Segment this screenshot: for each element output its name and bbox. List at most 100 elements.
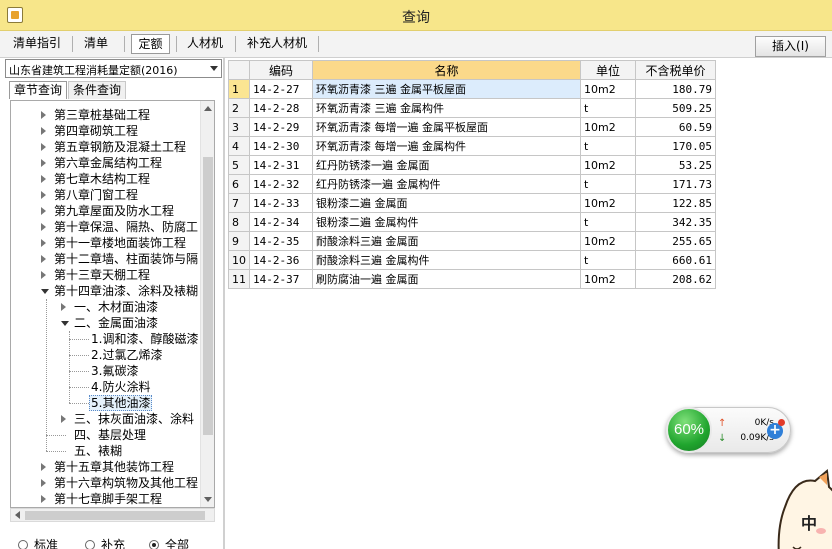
cell-code[interactable]: 14-2-37 <box>249 269 313 289</box>
cell-price[interactable]: 122.85 <box>635 193 716 213</box>
expand-icon[interactable] <box>41 239 46 247</box>
table-row[interactable]: 2 14-2-28 环氧沥青漆 三遍 金属构件 t 509.25 <box>228 98 716 118</box>
expand-icon[interactable] <box>41 479 46 487</box>
tree-node-base-treatment[interactable]: 四、基层处理 <box>74 427 146 443</box>
cell-code[interactable]: 14-2-33 <box>249 193 313 213</box>
cell-code[interactable]: 14-2-32 <box>249 174 313 194</box>
table-row[interactable]: 4 14-2-30 环氧沥青漆 每增一遍 金属构件 t 170.05 <box>228 136 716 156</box>
tree-node-wallpaper[interactable]: 五、裱糊 <box>74 443 122 459</box>
tree-node-chapter-15[interactable]: 第十五章其他装饰工程 <box>41 459 174 475</box>
cell-name[interactable]: 耐酸涂料三遍 金属面 <box>312 231 581 251</box>
tab-materials[interactable]: 人材机 <box>181 34 229 54</box>
row-number[interactable]: 5 <box>228 155 250 175</box>
cell-name[interactable]: 环氧沥青漆 三遍 金属构件 <box>312 98 581 118</box>
tree-node-chapter-13[interactable]: 第十三章天棚工程 <box>41 267 150 283</box>
expand-icon[interactable] <box>41 191 46 199</box>
tree-node-chapter-8[interactable]: 第八章门窗工程 <box>41 187 138 203</box>
tab-supplement-materials[interactable]: 补充人材机 <box>240 34 314 54</box>
cell-price[interactable]: 60.59 <box>635 117 716 137</box>
collapse-icon[interactable] <box>61 321 69 326</box>
tab-quota[interactable]: 定额 <box>131 34 170 54</box>
cell-name[interactable]: 环氧沥青漆 每增一遍 金属平板屋面 <box>312 117 581 137</box>
cell-code[interactable]: 14-2-29 <box>249 117 313 137</box>
tree-node-chapter-6[interactable]: 第六章金属结构工程 <box>41 155 162 171</box>
cell-price[interactable]: 660.61 <box>635 250 716 270</box>
cell-unit[interactable]: 10m2 <box>580 79 636 99</box>
network-speed-widget[interactable]: 60% ↑ 0K/s ↓ 0.09K/s + <box>666 407 791 453</box>
cell-price[interactable]: 208.62 <box>635 269 716 289</box>
tree-node-other-paint[interactable]: 5.其他油漆 <box>89 395 153 411</box>
cell-name[interactable]: 刷防腐油一遍 金属面 <box>312 269 581 289</box>
cell-name[interactable]: 银粉漆二遍 金属构件 <box>312 212 581 232</box>
insert-button[interactable]: 插入(I) <box>755 36 826 57</box>
cell-unit[interactable]: 10m2 <box>580 193 636 213</box>
cell-price[interactable]: 170.05 <box>635 136 716 156</box>
cell-price[interactable]: 53.25 <box>635 155 716 175</box>
cell-unit[interactable]: t <box>580 212 636 232</box>
expand-icon[interactable] <box>61 303 66 311</box>
tree-node-metal-paint[interactable]: 二、金属面油漆 <box>61 315 158 331</box>
expand-icon[interactable] <box>41 175 46 183</box>
cell-code[interactable]: 14-2-28 <box>249 98 313 118</box>
table-row[interactable]: 11 14-2-37 刷防腐油一遍 金属面 10m2 208.62 <box>228 269 716 289</box>
tab-condition-query[interactable]: 条件查询 <box>68 81 126 99</box>
tree-node-chapter-7[interactable]: 第七章木结构工程 <box>41 171 150 187</box>
expand-icon[interactable] <box>41 207 46 215</box>
mascot-icon[interactable]: 中 <box>775 467 832 549</box>
row-number[interactable]: 6 <box>228 174 250 194</box>
row-number[interactable]: 8 <box>228 212 250 232</box>
expand-icon[interactable] <box>41 223 46 231</box>
column-header-price[interactable]: 不含税单价 <box>635 60 716 80</box>
cell-code[interactable]: 14-2-36 <box>249 250 313 270</box>
cell-unit[interactable]: t <box>580 98 636 118</box>
row-number[interactable]: 2 <box>228 98 250 118</box>
collapse-icon[interactable] <box>41 289 49 294</box>
radio-supplement[interactable]: 补充 <box>85 536 125 549</box>
radio-circle-checked[interactable] <box>149 540 159 549</box>
expand-icon[interactable] <box>41 463 46 471</box>
radio-standard[interactable]: 标准 <box>18 536 58 549</box>
cell-unit[interactable]: 10m2 <box>580 269 636 289</box>
expand-icon[interactable] <box>41 143 46 151</box>
cell-price[interactable]: 509.25 <box>635 98 716 118</box>
column-header-code[interactable]: 编码 <box>249 60 313 80</box>
tab-list-guide[interactable]: 清单指引 <box>6 34 68 54</box>
table-row[interactable]: 3 14-2-29 环氧沥青漆 每增一遍 金属平板屋面 10m2 60.59 <box>228 117 716 137</box>
cell-price[interactable]: 180.79 <box>635 79 716 99</box>
tab-list[interactable]: 清单 <box>76 34 116 54</box>
column-header-unit[interactable]: 单位 <box>580 60 636 80</box>
tab-chapter-query[interactable]: 章节查询 <box>9 81 67 99</box>
tree-node-chapter-3[interactable]: 第三章桩基础工程 <box>41 107 150 123</box>
expand-icon[interactable] <box>41 495 46 503</box>
cell-code[interactable]: 14-2-27 <box>249 79 313 99</box>
cell-code[interactable]: 14-2-35 <box>249 231 313 251</box>
tree-node-plaster-paint[interactable]: 三、抹灰面油漆、涂料 <box>61 411 194 427</box>
row-number[interactable]: 10 <box>228 250 250 270</box>
cell-price[interactable]: 342.35 <box>635 212 716 232</box>
tree-node-blend-paint[interactable]: 1.调和漆、醇酸磁漆 <box>91 331 198 347</box>
tree-node-pvc-paint[interactable]: 2.过氯乙烯漆 <box>91 347 162 363</box>
scroll-down-icon[interactable] <box>204 497 212 502</box>
cell-name[interactable]: 红丹防锈漆一遍 金属面 <box>312 155 581 175</box>
radio-circle[interactable] <box>18 540 28 549</box>
radio-all[interactable]: 全部 <box>149 536 189 549</box>
tree-node-chapter-17[interactable]: 第十七章脚手架工程 <box>41 491 162 507</box>
row-number[interactable]: 4 <box>228 136 250 156</box>
table-row[interactable]: 8 14-2-34 银粉漆二遍 金属构件 t 342.35 <box>228 212 716 232</box>
expand-icon[interactable] <box>41 271 46 279</box>
tree-vertical-scrollbar[interactable] <box>200 101 214 507</box>
cell-name[interactable]: 环氧沥青漆 每增一遍 金属构件 <box>312 136 581 156</box>
expand-icon[interactable] <box>41 127 46 135</box>
cell-unit[interactable]: 10m2 <box>580 117 636 137</box>
cell-unit[interactable]: t <box>580 250 636 270</box>
tree-node-chapter-10[interactable]: 第十章保温、隔热、防腐工 <box>41 219 198 235</box>
tree-node-wood-paint[interactable]: 一、木材面油漆 <box>61 299 158 315</box>
table-row[interactable]: 7 14-2-33 银粉漆二遍 金属面 10m2 122.85 <box>228 193 716 213</box>
scroll-left-icon[interactable] <box>15 511 20 519</box>
tree-node-chapter-5[interactable]: 第五章钢筋及混凝土工程 <box>41 139 186 155</box>
memory-usage-circle[interactable]: 60% <box>666 407 712 453</box>
table-row[interactable]: 6 14-2-32 红丹防锈漆一遍 金属构件 t 171.73 <box>228 174 716 194</box>
panel-splitter[interactable] <box>223 58 225 549</box>
column-header-name[interactable]: 名称 <box>312 60 581 80</box>
row-number[interactable]: 1 <box>228 79 250 99</box>
